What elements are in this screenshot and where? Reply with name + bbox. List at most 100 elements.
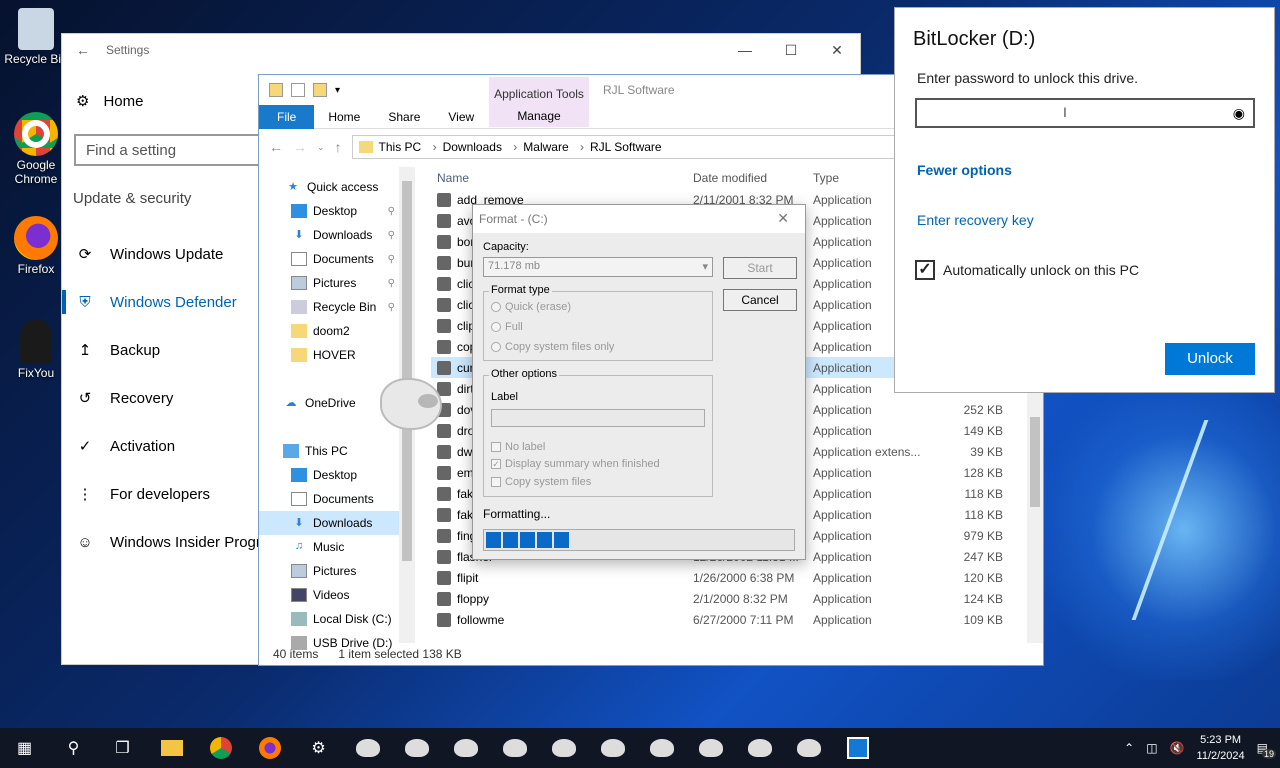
copy-system-files-checkbox[interactable]: Copy system files xyxy=(491,476,591,488)
volume-muted-icon[interactable]: 🔇 xyxy=(1170,741,1185,755)
chevron-down-icon[interactable]: ▾ xyxy=(335,85,340,96)
nav-quick-access[interactable]: ★ Quick access xyxy=(259,175,399,199)
cancel-button[interactable]: Cancel xyxy=(723,289,797,311)
nav-item-recovery[interactable]: ↺ Recovery xyxy=(62,374,261,422)
taskbar-sheep-app[interactable] xyxy=(784,728,833,768)
nav-desktop[interactable]: Desktop xyxy=(259,463,399,487)
auto-unlock-checkbox[interactable]: ✓ Automatically unlock on this PC xyxy=(915,260,1139,280)
column-date-modified[interactable]: Date modified xyxy=(693,171,813,185)
start-button[interactable]: ▦ xyxy=(0,728,49,768)
nav-item-windows-update[interactable]: ⟳ Windows Update xyxy=(62,230,261,278)
taskbar-chrome[interactable] xyxy=(196,728,245,768)
minimize-icon[interactable]: — xyxy=(722,34,768,66)
nav-music[interactable]: ♫ Music xyxy=(259,535,399,559)
breadcrumb-item[interactable]: Downloads xyxy=(443,140,518,154)
capacity-select[interactable]: 71.178 mb xyxy=(483,257,713,277)
tab-view[interactable]: View xyxy=(434,105,488,129)
clock[interactable]: 5:23 PM 11/2/2024 xyxy=(1197,732,1245,764)
nav-doom2[interactable]: doom2 xyxy=(259,319,399,343)
nav-recycle-bin[interactable]: Recycle Bin ⚲ xyxy=(259,295,399,319)
properties-icon[interactable] xyxy=(291,83,305,97)
nav-item-for-developers[interactable]: ⋮ For developers xyxy=(62,470,261,518)
breadcrumb-item[interactable]: This PC xyxy=(379,140,437,154)
desktop-icon-chrome[interactable]: Google Chrome xyxy=(4,112,68,186)
settings-home[interactable]: ⚙ Home xyxy=(76,92,143,111)
task-view-button[interactable]: ❐ xyxy=(98,728,147,768)
tab-manage[interactable]: Manage xyxy=(489,109,589,123)
desktop-icon-firefox[interactable]: Firefox xyxy=(4,216,68,276)
nav-documents[interactable]: Documents xyxy=(259,487,399,511)
tab-file[interactable]: File xyxy=(259,104,315,129)
taskbar-sheep-app[interactable] xyxy=(343,728,392,768)
volume-label-input[interactable] xyxy=(491,409,705,427)
scrollbar-thumb[interactable] xyxy=(1030,417,1040,507)
back-icon[interactable]: ← xyxy=(269,139,283,155)
fewer-options-link[interactable]: Fewer options xyxy=(917,162,1012,178)
close-icon[interactable]: ✕ xyxy=(777,210,789,227)
taskbar-sheep-app[interactable] xyxy=(588,728,637,768)
table-row[interactable]: floppy 2/1/2000 8:32 PM Application 124 KB xyxy=(431,588,1031,609)
taskbar-settings[interactable]: ⚙ xyxy=(294,728,343,768)
taskbar-sheep-app[interactable] xyxy=(490,728,539,768)
nav-item-windows-defender[interactable]: ⛨ Windows Defender xyxy=(62,278,261,326)
unlock-button[interactable]: Unlock xyxy=(1165,343,1255,375)
taskbar-sheep-app[interactable] xyxy=(441,728,490,768)
nav-pictures[interactable]: Pictures ⚲ xyxy=(259,271,399,295)
breadcrumb-item[interactable]: RJL Software xyxy=(590,140,670,154)
table-row[interactable]: flipit 1/26/2000 6:38 PM Application 120 KB xyxy=(431,567,1031,588)
taskbar-file-explorer[interactable] xyxy=(147,728,196,768)
up-arrow-icon[interactable]: ↑ xyxy=(335,139,342,155)
chevron-up-icon[interactable]: ⌃ xyxy=(1124,741,1134,755)
network-icon[interactable]: ◫ xyxy=(1146,741,1157,755)
taskbar-sheep-app[interactable] xyxy=(539,728,588,768)
tab-share[interactable]: Share xyxy=(374,105,434,129)
close-icon[interactable]: ✕ xyxy=(814,34,860,66)
copy-system-files-only-radio[interactable]: Copy system files only xyxy=(491,341,614,353)
tab-home[interactable]: Home xyxy=(314,105,374,129)
breadcrumb-item[interactable]: Malware xyxy=(523,140,584,154)
nav-documents[interactable]: Documents ⚲ xyxy=(259,247,399,271)
taskbar-sheep-app[interactable] xyxy=(735,728,784,768)
no-label-checkbox[interactable]: No label xyxy=(491,441,545,453)
nav-videos[interactable]: Videos xyxy=(259,583,399,607)
desktop-icon-fixyou[interactable]: FixYou xyxy=(4,320,68,380)
new-folder-icon[interactable] xyxy=(313,83,327,97)
full-radio[interactable]: Full xyxy=(491,321,523,333)
settings-search-input[interactable]: Find a setting xyxy=(74,134,274,166)
taskbar-defender[interactable] xyxy=(833,728,882,768)
nav-item-activation[interactable]: ✓ Activation xyxy=(62,422,261,470)
taskbar-sheep-app[interactable] xyxy=(392,728,441,768)
file-size-cell: 120 KB xyxy=(963,570,1003,585)
nav-downloads[interactable]: ⬇ Downloads xyxy=(259,511,399,535)
nav-onedrive[interactable]: ☁ OneDrive xyxy=(259,391,399,415)
scrollbar-thumb[interactable] xyxy=(402,181,412,561)
taskbar-sheep-app[interactable] xyxy=(686,728,735,768)
nav-this-pc[interactable]: This PC xyxy=(259,439,399,463)
nav-downloads[interactable]: ⬇ Downloads ⚲ xyxy=(259,223,399,247)
notification-icon[interactable]: ▤ 19 xyxy=(1257,741,1276,759)
back-arrow-icon[interactable]: ← xyxy=(76,42,106,58)
nav-pictures[interactable]: Pictures xyxy=(259,559,399,583)
nav-local-disk-c[interactable]: Local Disk (C:) xyxy=(259,607,399,631)
taskbar-firefox[interactable] xyxy=(245,728,294,768)
search-button[interactable]: ⚲ xyxy=(49,728,98,768)
nav-hover[interactable]: HOVER xyxy=(259,343,399,367)
enter-recovery-key-link[interactable]: Enter recovery key xyxy=(917,212,1034,228)
quick-erase-radio[interactable]: Quick (erase) xyxy=(491,301,571,313)
start-button[interactable]: Start xyxy=(723,257,797,279)
taskbar-sheep-app[interactable] xyxy=(637,728,686,768)
chevron-down-icon[interactable]: ⌄ xyxy=(317,142,325,153)
table-row[interactable]: followme 6/27/2000 7:11 PM Application 109 … xyxy=(431,609,1031,630)
nav-desktop[interactable]: Desktop ⚲ xyxy=(259,199,399,223)
nav-item-backup[interactable]: ↥ Backup xyxy=(62,326,261,374)
display-summary-checkbox[interactable]: ✓ Display summary when finished xyxy=(491,458,660,470)
nav-item-windows-insider[interactable]: ☺ Windows Insider Progr xyxy=(62,518,261,566)
reveal-password-eye-icon[interactable]: ◉ xyxy=(1233,105,1245,122)
desktop-sheep-mascot[interactable] xyxy=(380,378,442,430)
folder-icon[interactable] xyxy=(269,83,283,97)
maximize-icon[interactable]: ☐ xyxy=(768,34,814,66)
password-input[interactable]: I ◉ xyxy=(915,98,1255,128)
forward-icon[interactable]: → xyxy=(293,139,307,155)
column-name[interactable]: Name xyxy=(431,171,693,185)
desktop-icon-recycle-bin[interactable]: Recycle Bin xyxy=(4,8,68,66)
